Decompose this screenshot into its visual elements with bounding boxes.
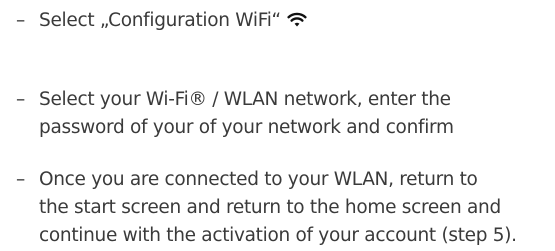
step-select-network: – Select your Wi-Fi® / WLAN network, ent… (16, 86, 555, 142)
step-text-line-1: Once you are connected to your WLAN, ret… (39, 169, 478, 190)
step-text-line-3: continue with the activation of your acc… (39, 225, 517, 246)
step-text-line-2: the start screen and return to the home … (39, 197, 501, 218)
step-text: Select „Configuration WiFi“ (39, 10, 281, 31)
step-select-configuration-wifi: – Select „Configuration WiFi“ (16, 7, 555, 35)
step-return-home: – Once you are connected to your WLAN, r… (16, 166, 555, 250)
bullet-dash: – (16, 10, 25, 31)
bullet-dash: – (16, 89, 25, 110)
step-text-line-2: password of your of your network and con… (39, 117, 454, 138)
wifi-icon (287, 8, 307, 27)
step-text-line-1: Select your Wi-Fi® / WLAN network, enter… (39, 89, 451, 110)
bullet-dash: – (16, 169, 25, 190)
